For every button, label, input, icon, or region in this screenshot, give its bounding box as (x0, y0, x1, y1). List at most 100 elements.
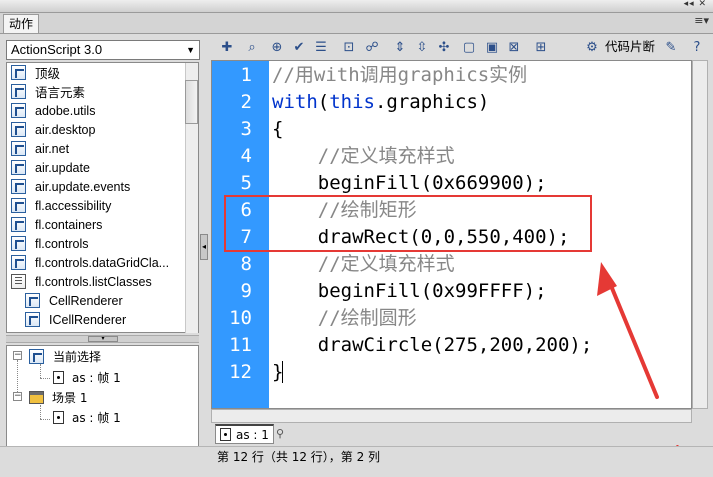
toolbox-item-label: air.desktop (35, 122, 96, 137)
scene-icon (29, 390, 44, 404)
pin-script-icon[interactable]: ⚲ (276, 427, 292, 441)
toolbox-item[interactable]: air.update (11, 158, 90, 177)
code-punct: ( (317, 91, 330, 113)
toolbox-item-label: fl.containers (35, 217, 103, 232)
toolbox-item[interactable]: fl.containers (11, 215, 102, 234)
language-select[interactable]: ActionScript 3.0 ▼ (6, 40, 200, 60)
splitter-grip-icon[interactable]: ▾ (88, 336, 118, 342)
toolbox-item[interactable]: ICellRenderer (25, 310, 126, 329)
collapse-left-pane-icon[interactable]: ◂ (200, 234, 208, 260)
line-number: 4 (240, 145, 252, 167)
toolbox-item-label: fl.accessibility (35, 198, 112, 213)
toolbox-item-label: adobe.utils (35, 103, 96, 118)
snippets-icon[interactable]: ⚙ (583, 38, 601, 56)
class-icon (11, 122, 26, 137)
toolbox-item[interactable]: 语言元素 (11, 82, 85, 101)
script-tab[interactable]: as : 1 (215, 424, 274, 444)
book-icon (11, 274, 26, 289)
current-selection-node[interactable]: 当前选择 (29, 347, 101, 365)
toolbox-item[interactable]: air.update.events (11, 177, 130, 196)
current-frame-label: as : 帧 1 (72, 370, 121, 385)
code-line[interactable]: with(this.graphics) (272, 89, 489, 115)
code-line[interactable]: beginFill(0x99FFFF); (272, 278, 547, 304)
tree-line (40, 364, 41, 378)
cursor-position-status: 第 12 行（共 12 行），第 2 列 (217, 450, 381, 464)
toolbox-scrollbar-thumb[interactable] (185, 80, 198, 124)
language-select-value: ActionScript 3.0 (11, 42, 103, 57)
toolbox-toggle-icon[interactable]: ⊞ (532, 38, 550, 56)
line-number: 3 (240, 118, 252, 140)
expand-all-icon[interactable]: ✣ (435, 38, 453, 56)
uncomment-icon[interactable]: ⊠ (505, 38, 523, 56)
code-line[interactable]: //用with调用graphics实例 (272, 62, 527, 88)
toolbox-item[interactable]: fl.accessibility (11, 196, 111, 215)
class-icon (11, 160, 26, 175)
keyword-this: this (329, 91, 375, 113)
toolbox-item[interactable]: 顶级 (11, 63, 60, 82)
keyword-with: with (272, 91, 318, 113)
actions-toolbox[interactable]: 顶级 语言元素 adobe.utils air.desktop air.net … (6, 62, 199, 333)
editor-vertical-scrollbar[interactable] (692, 60, 708, 409)
code-line[interactable]: //定义填充样式 (272, 251, 455, 277)
code-line[interactable]: { (272, 116, 283, 142)
comment-block-icon[interactable]: ▢ (460, 38, 478, 56)
code-line[interactable]: //定义填充样式 (272, 143, 455, 169)
toolbox-item-label: 语言元素 (35, 86, 86, 100)
code-line[interactable]: drawCircle(275,200,200); (272, 332, 593, 358)
toolbox-item-label: fl.controls (35, 236, 89, 251)
tree-collapse-icon[interactable]: − (13, 392, 22, 401)
selection-icon (29, 348, 44, 364)
annotation-arrow-shaft (605, 274, 659, 399)
script-tab-label: as : 1 (236, 427, 269, 442)
tree-line (40, 378, 50, 379)
scene-label: 场景 1 (52, 390, 88, 405)
toolbox-item[interactable]: fl.controls (11, 234, 89, 253)
toolbox-item-label: CellRenderer (49, 293, 123, 308)
panel-title-bar[interactable] (0, 0, 713, 13)
collapse-selection-icon[interactable]: ⇳ (413, 38, 431, 56)
scene-frame-label: as : 帧 1 (72, 410, 121, 425)
target-icon[interactable]: ⊕ (268, 38, 286, 56)
tree-line (40, 419, 50, 420)
comment-line-icon[interactable]: ▣ (483, 38, 501, 56)
line-number: 2 (240, 91, 252, 113)
code-line[interactable]: //绘制圆形 (272, 305, 417, 331)
toolbox-item-label: ICellRenderer (49, 312, 127, 327)
wand-icon[interactable]: ✎ (662, 38, 680, 56)
tree-collapse-icon[interactable]: − (13, 351, 22, 360)
current-selection-label: 当前选择 (53, 349, 102, 364)
auto-format-icon[interactable]: ☰ (312, 38, 330, 56)
toolbox-item-label: 顶级 (35, 67, 61, 81)
panel-window-controls[interactable]: ◂◂ ✕ (684, 0, 707, 9)
toolbox-item[interactable]: fl.controls.dataGridCla... (11, 253, 169, 272)
tab-actions[interactable]: 动作 (3, 14, 40, 33)
code-snippets-label[interactable]: 代码片断 (605, 39, 655, 55)
scene-node[interactable]: 场景 1 (29, 388, 87, 406)
code-hint-icon[interactable]: ⊡ (340, 38, 358, 56)
toolbox-item[interactable]: adobe.utils (11, 101, 95, 120)
panel-menu-icon[interactable]: ≡▾ (694, 14, 709, 27)
line-number: 10 (229, 307, 252, 329)
debug-icon[interactable]: ☍ (363, 38, 381, 56)
toolbox-item[interactable]: air.net (11, 139, 69, 158)
line-number: 11 (229, 334, 252, 356)
frame-icon (53, 410, 64, 424)
add-icon[interactable]: ✚ (218, 38, 236, 56)
scene-frame-node[interactable]: as : 帧 1 (53, 408, 121, 426)
check-syntax-icon[interactable]: ✔ (290, 38, 308, 56)
class-icon (11, 198, 26, 213)
class-icon (11, 65, 26, 80)
code-line[interactable]: beginFill(0x669900); (272, 170, 547, 196)
toolbox-item[interactable]: air.desktop (11, 120, 95, 139)
collapse-braces-icon[interactable]: ⇕ (391, 38, 409, 56)
current-frame-node[interactable]: as : 帧 1 (53, 368, 121, 386)
toolbox-item[interactable]: CellRenderer (25, 291, 123, 310)
class-icon (25, 293, 40, 308)
toolbox-item-label: air.update (35, 160, 90, 175)
find-icon[interactable]: ⌕ (243, 38, 261, 56)
class-icon (25, 312, 40, 327)
text-caret (282, 361, 283, 383)
toolbox-item[interactable]: fl.controls.listClasses (11, 272, 152, 291)
help-icon[interactable]: ? (688, 38, 706, 56)
line-number: 1 (240, 64, 252, 86)
